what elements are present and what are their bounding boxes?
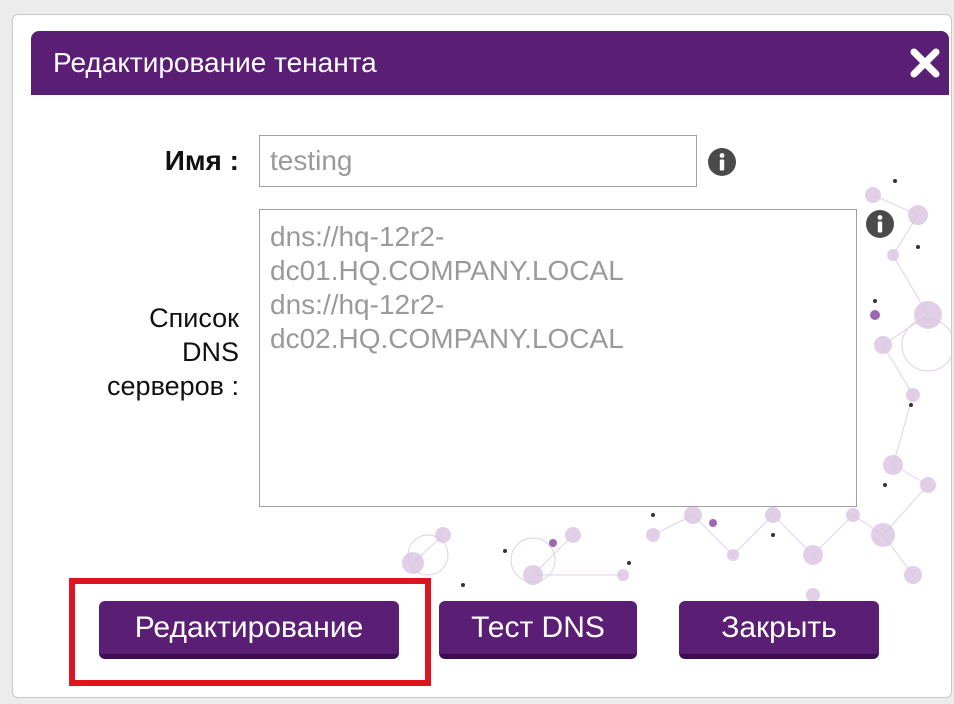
test-dns-button[interactable]: Тест DNS <box>439 601 637 659</box>
edit-tenant-dialog: Редактирование тенанта Имя : Список DNS … <box>12 14 952 698</box>
dns-servers-label: Список DNS серверов : <box>53 301 239 403</box>
dns-servers-textarea[interactable]: dns://hq-12r2- dc01.HQ.COMPANY.LOCAL dns… <box>259 209 857 507</box>
close-button[interactable]: Закрыть <box>679 601 879 659</box>
dns-label-line: серверов : <box>107 371 239 401</box>
info-icon[interactable] <box>865 209 895 239</box>
dns-label-line: Список <box>149 303 239 333</box>
close-icon[interactable] <box>905 43 945 83</box>
dns-label-line: DNS <box>181 337 239 367</box>
info-icon[interactable] <box>707 147 737 177</box>
name-label: Имя : <box>164 145 239 176</box>
edit-button[interactable]: Редактирование <box>99 601 399 659</box>
name-input[interactable] <box>259 135 697 187</box>
dialog-titlebar: Редактирование тенанта <box>31 31 949 95</box>
dialog-title: Редактирование тенанта <box>53 47 377 78</box>
